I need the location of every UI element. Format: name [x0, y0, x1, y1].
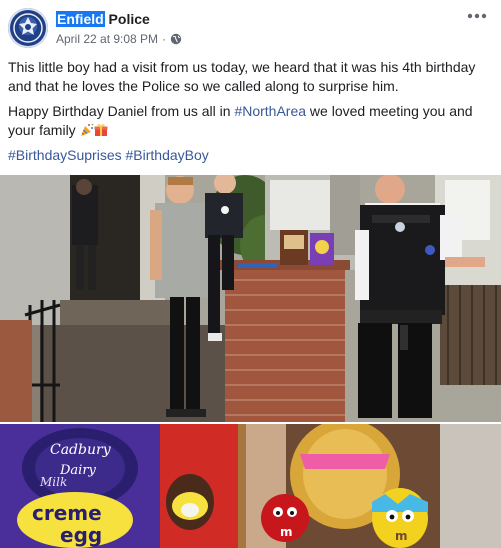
police-crest-icon — [13, 13, 43, 43]
post-meta: April 22 at 9:08 PM · — [56, 31, 182, 47]
page-name-rest: Police — [104, 11, 150, 27]
page-name-highlighted: Enfield — [56, 11, 105, 27]
candy-brand-text-red: m — [280, 525, 293, 539]
post-photo-easter-eggs[interactable]: Cadbury Dairy Milk creme egg m m — [0, 424, 501, 548]
creme-text: creme — [32, 501, 102, 525]
post-header: Enfield Police April 22 at 9:08 PM · — [0, 0, 501, 52]
hashtag-birthdayboy[interactable]: #BirthdayBoy — [126, 147, 209, 163]
egg-brand-text: Cadbury — [50, 442, 112, 458]
post-hashtags: #BirthdaySuprises #BirthdayBoy — [8, 146, 493, 165]
post-photo-visit[interactable] — [0, 175, 501, 422]
egg-text: egg — [60, 523, 102, 547]
post-paragraph-2: Happy Birthday Daniel from us all in #No… — [8, 102, 493, 140]
post-paragraph-1: This little boy had a visit from us toda… — [8, 59, 476, 94]
egg-milk-text: Milk — [39, 475, 67, 489]
hashtag-northarea[interactable]: #NorthArea — [234, 103, 306, 119]
facebook-post: Enfield Police April 22 at 9:08 PM · Thi… — [0, 0, 501, 548]
page-avatar[interactable] — [8, 8, 48, 48]
candy-brand-text-yellow: m — [395, 529, 408, 543]
photo-birthday-visit-scene — [0, 175, 501, 422]
gift-icon — [94, 123, 108, 137]
hashtag-birthdaysuprises[interactable]: #BirthdaySuprises — [8, 147, 122, 163]
paragraph-2-text-start: Happy Birthday Daniel from us all in — [8, 103, 235, 119]
more-dots-icon[interactable] — [465, 6, 489, 26]
globe-icon[interactable] — [170, 33, 182, 45]
party-popper-icon — [80, 123, 94, 137]
post-timestamp[interactable]: April 22 at 9:08 PM — [56, 31, 158, 47]
meta-separator: · — [162, 32, 167, 46]
page-name[interactable]: Enfield Police — [56, 10, 150, 28]
post-text: This little boy had a visit from us toda… — [8, 58, 493, 171]
photo-easter-eggs-scene: Cadbury Dairy Milk creme egg m m — [0, 424, 501, 548]
